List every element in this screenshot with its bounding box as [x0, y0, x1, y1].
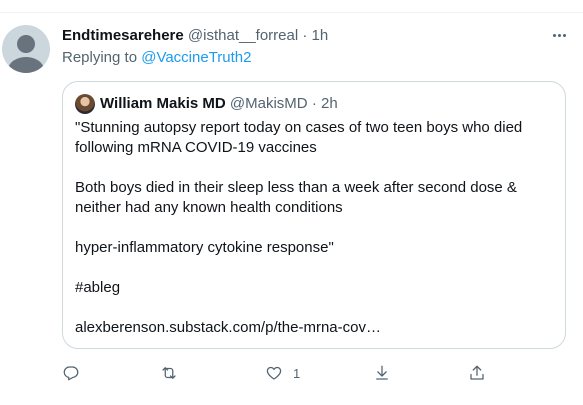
heart-icon: [266, 366, 282, 380]
like-count: 1: [293, 365, 301, 381]
reply-button[interactable]: [62, 363, 80, 383]
like-button[interactable]: 1: [265, 363, 300, 383]
replying-to-label: Replying to: [62, 49, 142, 66]
quoted-line: "Stunning autopsy report today on cases …: [75, 119, 523, 136]
top-divider: [0, 0, 583, 13]
retweet-icon: [162, 367, 176, 379]
action-bar: 1: [62, 363, 532, 383]
quoted-line: Both boys died in their sleep less than …: [75, 179, 517, 196]
dot: [552, 33, 556, 37]
quoted-gap: [75, 158, 555, 178]
tweet-header: Endtimesarehere @isthat__forreal · 1h: [62, 26, 328, 46]
quoted-timestamp[interactable]: 2h: [321, 95, 338, 112]
more-options-icon[interactable]: [548, 25, 570, 45]
handle[interactable]: @isthat__forreal: [188, 27, 298, 44]
share-button[interactable]: [468, 363, 486, 383]
quoted-gap: [75, 218, 555, 238]
share-icon: [470, 365, 484, 380]
reply-icon: [63, 366, 79, 381]
quoted-link: alexberenson.substack.com/p/the-mrna-cov…: [75, 319, 381, 336]
quoted-handle[interactable]: @MakisMD: [230, 95, 308, 112]
quoted-line: neither had any known health conditions: [75, 199, 343, 216]
quoted-line: following mRNA COVID-19 vaccines: [75, 139, 317, 156]
quoted-gap: [75, 298, 555, 318]
download-icon: [376, 365, 388, 380]
quoted-gap: [75, 258, 555, 278]
quoted-avatar[interactable]: [75, 94, 95, 114]
timestamp[interactable]: 1h: [312, 27, 329, 44]
quoted-text: "Stunning autopsy report today on cases …: [75, 118, 555, 338]
replying-to-link[interactable]: @VaccineTruth2: [141, 49, 251, 66]
dot: [557, 33, 561, 37]
tweet[interactable]: Endtimesarehere @isthat__forreal · 1h Re…: [0, 13, 583, 405]
dot: [562, 33, 566, 37]
quoted-separator: ·: [311, 95, 317, 112]
avatar-placeholder-head: [17, 35, 35, 53]
quoted-hashtag: #ableg: [75, 279, 121, 296]
separator: ·: [302, 27, 308, 44]
avatar[interactable]: [2, 25, 50, 73]
quoted-display-name[interactable]: William Makis MD: [100, 95, 226, 112]
retweet-button[interactable]: [160, 363, 178, 383]
display-name[interactable]: Endtimesarehere: [62, 27, 184, 44]
quoted-header: William Makis MD @MakisMD · 2h: [100, 94, 338, 114]
replying-to: Replying to @VaccineTruth2: [62, 48, 252, 68]
quoted-tweet[interactable]: William Makis MD @MakisMD · 2h "Stunning…: [62, 81, 566, 349]
quoted-line: hyper-inflammatory cytokine response": [75, 239, 334, 256]
download-button[interactable]: [373, 363, 391, 383]
avatar-placeholder-body: [8, 57, 44, 73]
